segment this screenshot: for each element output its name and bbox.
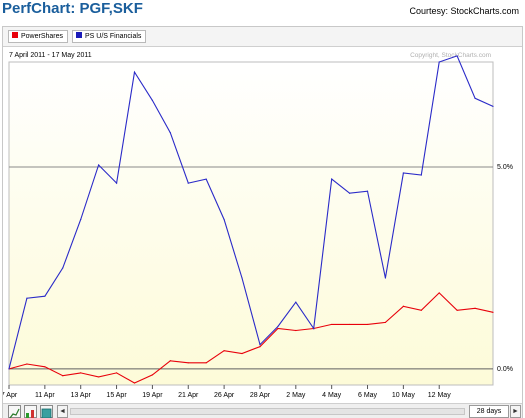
period-selector[interactable]: 28 days bbox=[469, 405, 509, 418]
data-point-ps-u-s-financials bbox=[259, 344, 261, 346]
data-point-powershares bbox=[151, 374, 154, 376]
x-tick-label: 10 May bbox=[392, 392, 415, 399]
data-point-ps-u-s-financials bbox=[438, 61, 440, 63]
data-point-ps-u-s-financials bbox=[44, 295, 46, 297]
data-point-ps-u-s-financials bbox=[151, 99, 154, 101]
data-point-powershares bbox=[98, 376, 100, 378]
data-point-ps-u-s-financials bbox=[115, 182, 118, 184]
fill-chart-icon[interactable] bbox=[40, 405, 53, 418]
data-point-powershares bbox=[402, 305, 404, 307]
data-point-ps-u-s-financials bbox=[8, 368, 10, 370]
data-point-ps-u-s-financials bbox=[277, 325, 279, 328]
x-tick-label: 26 Apr bbox=[214, 392, 235, 399]
y-tick-label: 5.0% bbox=[497, 164, 513, 171]
courtesy-text: Courtesy: StockCharts.com bbox=[409, 6, 519, 16]
data-point-powershares bbox=[438, 292, 440, 294]
data-point-ps-u-s-financials bbox=[348, 192, 351, 194]
x-tick-label: 19 Apr bbox=[142, 392, 163, 399]
data-point-powershares bbox=[456, 309, 458, 311]
data-point-powershares bbox=[348, 323, 351, 326]
data-point-powershares bbox=[366, 323, 369, 326]
x-tick-label: 13 Apr bbox=[71, 392, 92, 399]
data-point-ps-u-s-financials bbox=[295, 301, 297, 303]
y-tick-label: 0.0% bbox=[497, 366, 513, 373]
x-tick-label: 28 Apr bbox=[250, 392, 271, 399]
data-point-powershares bbox=[187, 362, 189, 364]
data-point-ps-u-s-financials bbox=[331, 178, 333, 180]
data-point-powershares bbox=[80, 372, 82, 374]
chart-frame: PowerShares PS U/S Financials 7 April 20… bbox=[2, 26, 523, 418]
data-point-powershares bbox=[62, 375, 64, 377]
data-point-ps-u-s-financials bbox=[223, 218, 225, 221]
data-point-ps-u-s-financials bbox=[26, 297, 28, 299]
bar-chart-icon[interactable] bbox=[24, 405, 37, 418]
plot-area bbox=[8, 61, 494, 386]
date-scrollbar[interactable] bbox=[70, 408, 465, 415]
scroll-left-button[interactable]: ◄ bbox=[57, 405, 68, 418]
data-point-ps-u-s-financials bbox=[205, 178, 207, 180]
data-point-powershares bbox=[259, 346, 261, 348]
data-point-powershares bbox=[295, 329, 297, 332]
chart-toolbar: ◄ 28 days ► bbox=[3, 403, 522, 418]
data-point-powershares bbox=[44, 366, 46, 368]
data-point-powershares bbox=[492, 311, 494, 313]
data-point-ps-u-s-financials bbox=[384, 277, 387, 279]
x-tick-label: 15 Apr bbox=[106, 392, 127, 399]
line-chart-icon[interactable] bbox=[8, 405, 21, 418]
data-point-ps-u-s-financials bbox=[133, 71, 136, 73]
date-range-label: 7 April 2011 - 17 May 2011 bbox=[9, 52, 92, 59]
data-point-ps-u-s-financials bbox=[492, 105, 494, 108]
data-point-powershares bbox=[420, 309, 422, 311]
data-point-powershares bbox=[169, 360, 171, 362]
data-point-ps-u-s-financials bbox=[241, 277, 243, 279]
data-point-powershares bbox=[277, 327, 279, 330]
data-point-powershares bbox=[384, 321, 387, 324]
page-title: PerfChart: PGF,SKF bbox=[2, 0, 143, 17]
data-point-ps-u-s-financials bbox=[420, 174, 422, 176]
scroll-right-button[interactable]: ► bbox=[510, 405, 521, 418]
data-point-powershares bbox=[205, 362, 207, 364]
data-point-powershares bbox=[133, 382, 136, 384]
data-point-ps-u-s-financials bbox=[402, 172, 404, 174]
data-point-powershares bbox=[223, 350, 225, 352]
x-tick-label: 4 May bbox=[322, 392, 342, 399]
data-point-ps-u-s-financials bbox=[187, 182, 189, 184]
data-point-ps-u-s-financials bbox=[169, 132, 171, 134]
x-tick-label: 12 May bbox=[428, 392, 451, 399]
x-tick-label: 2 May bbox=[286, 392, 306, 399]
data-point-powershares bbox=[26, 363, 28, 365]
data-point-powershares bbox=[241, 352, 243, 355]
data-point-ps-u-s-financials bbox=[80, 218, 82, 221]
data-point-ps-u-s-financials bbox=[366, 190, 369, 192]
data-point-ps-u-s-financials bbox=[456, 55, 458, 57]
data-point-ps-u-s-financials bbox=[313, 327, 315, 330]
data-point-ps-u-s-financials bbox=[62, 267, 64, 269]
x-tick-label: 21 Apr bbox=[178, 392, 199, 399]
perf-chart: 7 April 2011 - 17 May 2011 Copyright, St… bbox=[3, 52, 513, 399]
x-tick-label: 11 Apr bbox=[35, 392, 55, 399]
data-point-powershares bbox=[331, 323, 333, 326]
data-point-ps-u-s-financials bbox=[474, 97, 476, 99]
data-point-ps-u-s-financials bbox=[98, 164, 100, 166]
data-point-powershares bbox=[115, 372, 118, 374]
data-point-powershares bbox=[474, 307, 476, 309]
x-tick-label: 7 Apr bbox=[3, 392, 18, 399]
x-tick-label: 6 May bbox=[358, 392, 378, 399]
